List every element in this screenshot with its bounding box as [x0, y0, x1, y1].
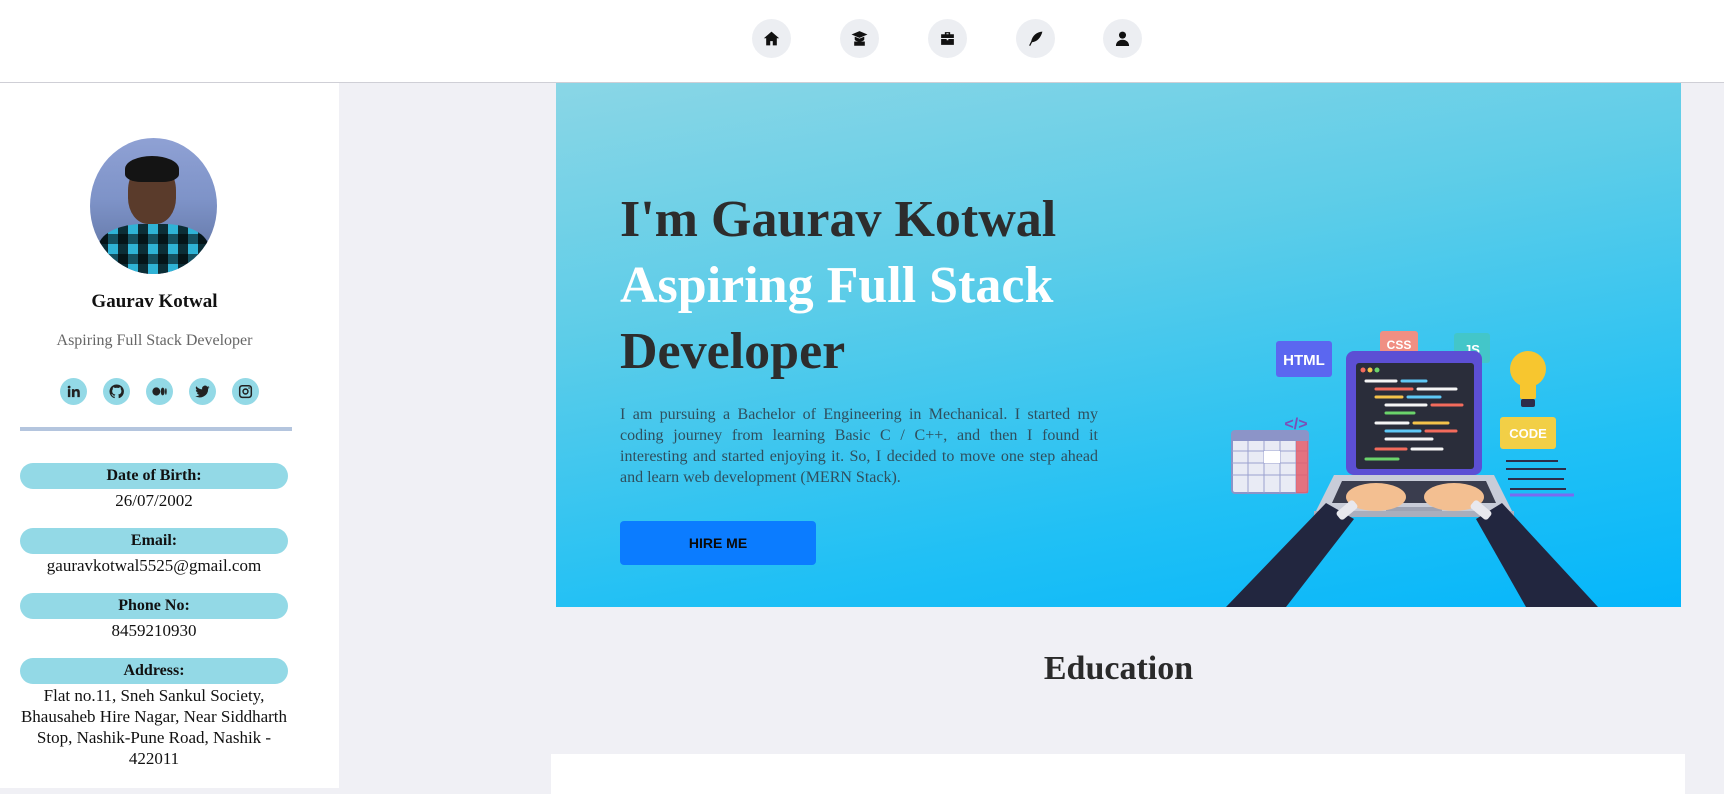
sidebar-divider	[20, 427, 292, 431]
profile-name: Gaurav Kotwal	[91, 291, 218, 312]
html-tag-badge: HTML	[1276, 341, 1332, 377]
feather-icon	[1029, 31, 1043, 46]
laptop-graphic	[1314, 351, 1514, 517]
nav-about-button[interactable]	[1103, 19, 1142, 58]
email-block: Email: gauravkotwal5525@gmail.com	[20, 528, 288, 576]
hero-description: I am pursuing a Bachelor of Engineering …	[620, 406, 1098, 486]
dob-label: Date of Birth:	[20, 463, 288, 489]
linkedin-link[interactable]	[60, 378, 87, 405]
address-label: Address:	[20, 658, 288, 684]
phone-label: Phone No:	[20, 593, 288, 619]
hero-title-role: Aspiring Full Stack	[620, 257, 1054, 314]
github-icon	[109, 384, 124, 399]
code-tag-label: CODE	[1509, 426, 1547, 441]
profile-avatar	[90, 138, 217, 274]
lightbulb-graphic	[1510, 351, 1546, 407]
nav-education-button[interactable]	[840, 19, 879, 58]
briefcase-icon	[941, 32, 954, 45]
medium-icon	[152, 387, 167, 396]
css-tag-label: CSS	[1387, 338, 1412, 352]
github-link[interactable]	[103, 378, 130, 405]
calendar-graphic	[1231, 430, 1309, 494]
nav-home-button[interactable]	[752, 19, 791, 58]
instagram-icon	[238, 384, 253, 399]
email-value: gauravkotwal5525@gmail.com	[46, 556, 262, 575]
graduation-icon	[851, 31, 868, 46]
user-icon	[1115, 31, 1130, 46]
developer-illustration: HTML CSS JS CODE </>	[1226, 331, 1598, 607]
twitter-link[interactable]	[189, 378, 216, 405]
code-bracket-label: </>	[1284, 416, 1307, 433]
instagram-link[interactable]	[232, 378, 259, 405]
nav-projects-button[interactable]	[928, 19, 967, 58]
html-tag-label: HTML	[1283, 352, 1325, 369]
phone-value: 8459210930	[111, 621, 197, 640]
avatar-hair	[125, 156, 179, 182]
nav-blog-button[interactable]	[1016, 19, 1055, 58]
dob-block: Date of Birth: 26/07/2002	[20, 463, 288, 511]
code-tag-badge: CODE	[1500, 417, 1556, 449]
social-links	[60, 378, 259, 405]
home-icon	[763, 31, 780, 46]
phone-block: Phone No: 8459210930	[20, 593, 288, 641]
linkedin-icon	[67, 385, 80, 398]
hero-title: I'm Gaurav Kotwal Aspiring Full Stack De…	[620, 187, 1140, 385]
books-graphic	[1506, 460, 1566, 490]
education-card	[551, 754, 1685, 794]
hero-section: I'm Gaurav Kotwal Aspiring Full Stack De…	[556, 83, 1681, 607]
medium-link[interactable]	[146, 378, 173, 405]
hero-title-role-end: Developer	[620, 323, 846, 380]
address-value: Flat no.11, Sneh Sankul Society, Bhausah…	[20, 686, 288, 768]
address-block: Address: Flat no.11, Sneh Sankul Society…	[20, 658, 288, 769]
top-navbar	[0, 0, 1724, 83]
profile-role: Aspiring Full Stack Developer	[56, 332, 253, 349]
hire-me-button[interactable]: HIRE ME	[620, 521, 816, 565]
avatar-shirt	[98, 224, 209, 274]
twitter-icon	[195, 385, 210, 398]
profile-sidebar: Gaurav Kotwal Aspiring Full Stack Develo…	[0, 83, 339, 788]
education-heading: Education	[1043, 650, 1194, 687]
email-label: Email:	[20, 528, 288, 554]
dob-value: 26/07/2002	[115, 491, 193, 510]
hero-title-name: I'm Gaurav Kotwal	[620, 191, 1057, 248]
